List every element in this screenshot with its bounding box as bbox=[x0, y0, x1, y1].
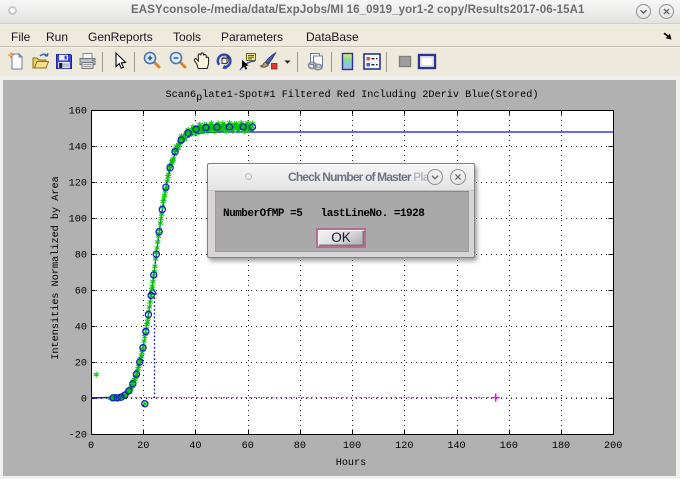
svg-text:60: 60 bbox=[242, 441, 254, 452]
svg-text:160: 160 bbox=[500, 441, 518, 452]
svg-text:0: 0 bbox=[81, 395, 87, 406]
svg-text:20: 20 bbox=[137, 441, 149, 452]
svg-text:40: 40 bbox=[75, 323, 87, 334]
svg-text:Scan6plate1-Spot#1 Filtered Re: Scan6plate1-Spot#1 Filtered Red Includin… bbox=[166, 89, 539, 104]
svg-text:140: 140 bbox=[447, 441, 465, 452]
svg-text:120: 120 bbox=[395, 441, 413, 452]
svg-text:Intensities Normalized by Area: Intensities Normalized by Area bbox=[50, 176, 62, 359]
svg-text:100: 100 bbox=[343, 441, 361, 452]
svg-text:60: 60 bbox=[75, 287, 87, 298]
svg-text:160: 160 bbox=[69, 107, 87, 118]
svg-text:180: 180 bbox=[552, 441, 570, 452]
svg-text:40: 40 bbox=[189, 441, 201, 452]
svg-text:20: 20 bbox=[75, 359, 87, 370]
svg-text:200: 200 bbox=[604, 441, 622, 452]
svg-text:100: 100 bbox=[69, 215, 87, 226]
svg-text:120: 120 bbox=[69, 179, 87, 190]
svg-text:80: 80 bbox=[75, 251, 87, 262]
svg-text:Hours: Hours bbox=[336, 458, 367, 469]
svg-text:140: 140 bbox=[69, 143, 87, 154]
svg-text:-20: -20 bbox=[69, 431, 87, 442]
svg-text:0: 0 bbox=[88, 441, 94, 452]
svg-text:80: 80 bbox=[294, 441, 306, 452]
